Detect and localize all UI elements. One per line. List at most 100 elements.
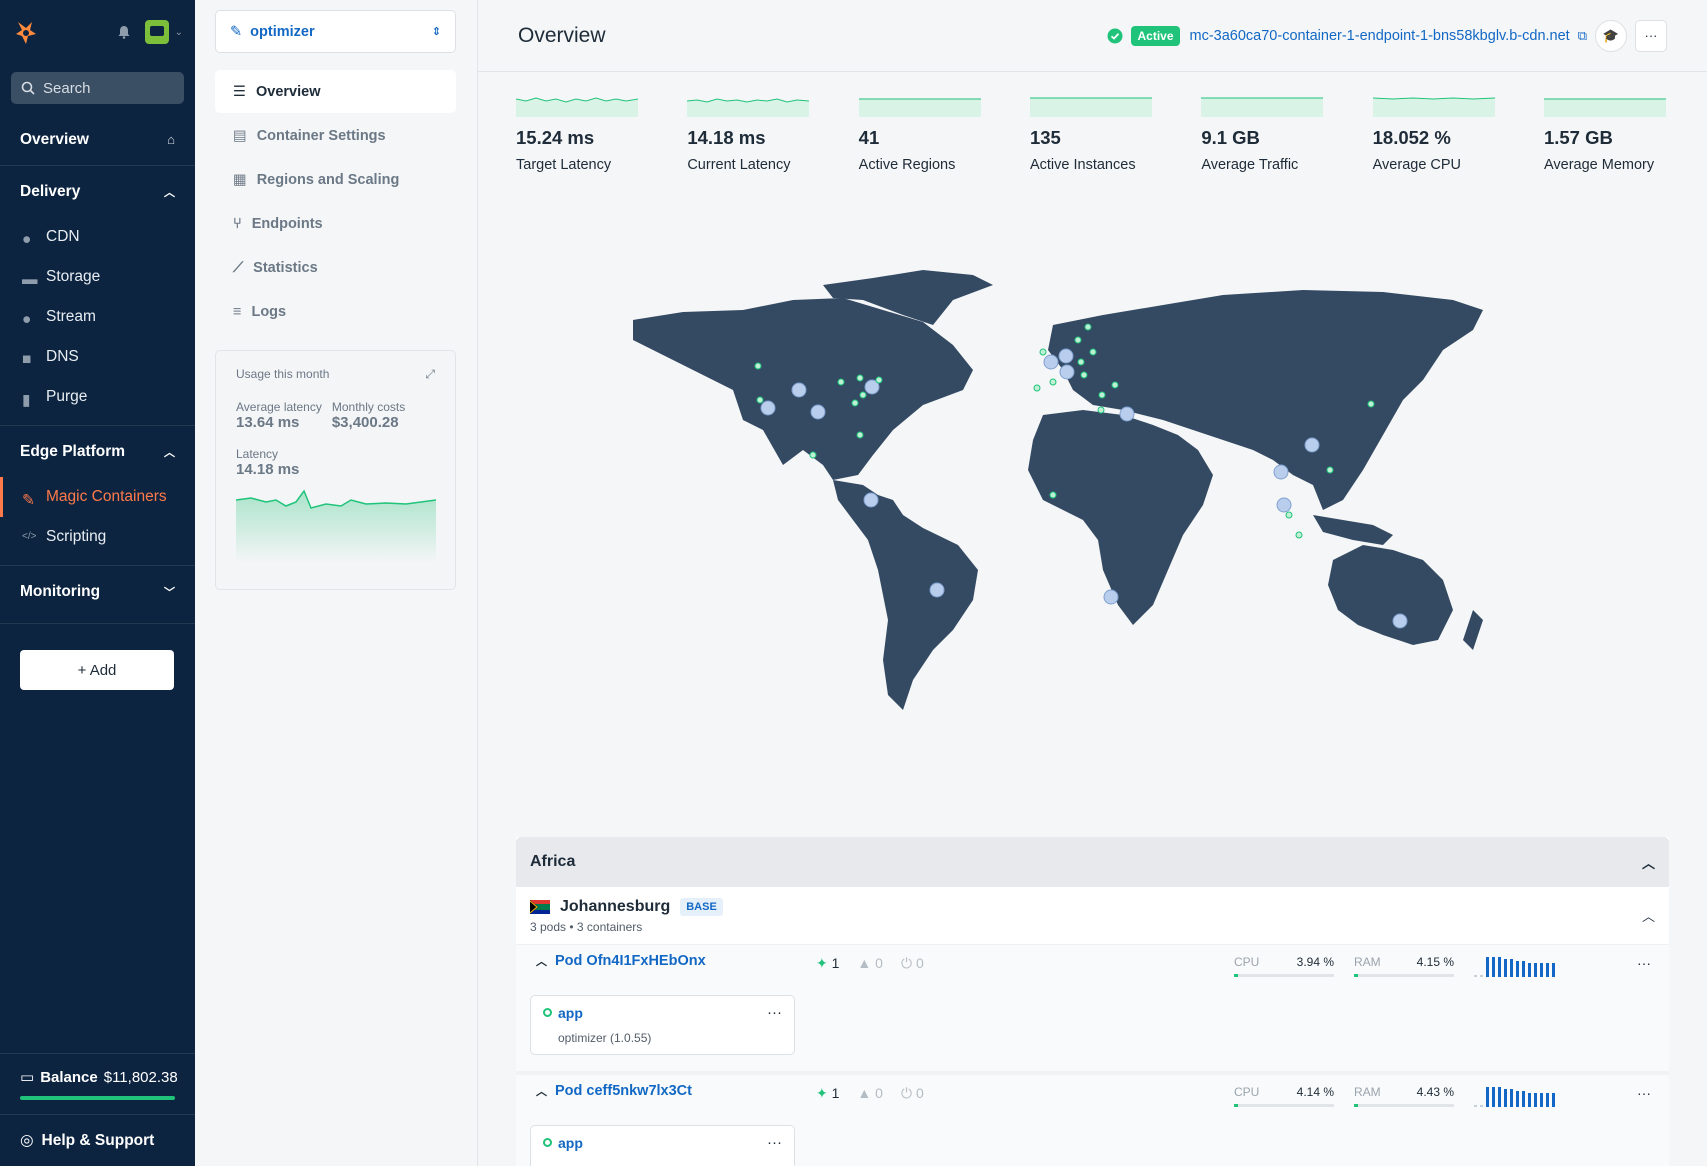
container-more-button[interactable]: ··· [767,1134,782,1151]
more-button[interactable]: ··· [1635,19,1667,52]
running-icon: ✦ [816,1085,828,1101]
region-marker[interactable] [760,400,776,416]
bunny-logo-icon[interactable] [12,18,40,46]
cpu-value: 4.14 % [1296,1085,1334,1099]
stats-row: 15.24 ms Target Latency 14.18 ms Current L… [515,95,1666,173]
pod-header[interactable]: ︿ Pod Ofn4I1FxHEbOnx [536,953,706,969]
city-name: Johannesburg [560,897,671,915]
help-label: Help & Support [41,1131,155,1149]
map-icon: ▦ [233,171,247,188]
region-marker[interactable] [1058,348,1074,364]
region-marker[interactable] [1392,613,1408,629]
cpu-fill [1234,1104,1239,1107]
region-marker[interactable] [1304,437,1320,453]
city-meta: 3 pods • 3 containers [530,919,643,934]
help-support-link[interactable]: ◎ Help & Support [0,1114,195,1166]
nav-item-dns[interactable]: ■ DNS [0,337,195,377]
play-icon: ● [22,311,32,328]
chevron-up-icon[interactable]: ︿ [1642,906,1655,925]
external-link-icon[interactable]: ⧉ [1578,28,1587,44]
container-card[interactable]: app ··· optimizer (1.0.55) [530,995,795,1055]
nav-delivery-header[interactable]: Delivery ︿ [0,166,195,217]
bell-icon[interactable] [117,25,131,39]
add-button[interactable]: + Add [20,650,174,690]
stat-current-latency: 14.18 ms Current Latency [687,95,810,173]
nav-item-scripting[interactable]: </> Scripting [0,517,195,557]
nav-monitoring-title: Monitoring [20,582,101,600]
stat-sparkline [515,97,639,117]
stat-value: 14.18 ms [687,127,766,148]
page-header: Overview Active mc-3a60ca70-container-1-… [478,0,1707,72]
nav-item-label: Purge [46,388,88,405]
expand-icon[interactable]: ⤢ [425,367,435,382]
stat-active-regions: 41 Active Regions [858,95,981,173]
tab-container-settings[interactable]: ▤ Container Settings [215,114,456,157]
nav-overview[interactable]: Overview ⌂ [0,114,195,165]
tab-endpoints[interactable]: ⑂ Endpoints [215,202,456,245]
container-more-button[interactable]: ··· [767,1004,782,1021]
nav-item-cdn[interactable]: ● CDN [0,217,195,257]
tab-logs[interactable]: ≡ Logs [215,290,456,333]
tab-label: Container Settings [256,127,386,144]
tab-label: Statistics [253,259,318,276]
list-icon: ☰ [233,83,246,100]
city-row[interactable]: Johannesburg BASE 3 pods • 3 containers … [516,887,1669,945]
endpoint-link[interactable]: mc-3a60ca70-container-1-endpoint-1-bns58… [1190,28,1570,44]
cpu-meter: CPU 3.94 % [1234,955,1334,977]
status-dot [543,1138,552,1147]
world-map [633,270,1483,710]
stat-sparkline [1372,97,1495,117]
region-marker[interactable] [1273,464,1289,480]
region-marker[interactable] [1119,406,1135,422]
nav-edge-section: Edge Platform ︿ ✎ Magic Containers </> Scri… [0,426,195,566]
chart-icon: ⟋ [233,259,244,276]
status-badge: Active [1131,25,1180,46]
latency-sparkline [235,489,437,563]
power-icon: ⏻ [900,955,913,971]
stat-sparkline [858,98,981,117]
region-header[interactable]: Africa ︿ [516,837,1669,887]
region-marker[interactable] [1059,364,1075,380]
chevron-up-icon[interactable]: ︿ [1642,853,1655,872]
region-marker[interactable] [929,582,945,598]
tab-regions-scaling[interactable]: ▦ Regions and Scaling [215,158,456,201]
search-input[interactable]: Search [11,72,184,104]
pod-row: ︿ Pod ceff5nkw7lx3Ct ✦ 1 ▲ 0 ⏻ 0 CPU 4.14 … [516,1075,1669,1166]
tab-label: Regions and Scaling [256,171,400,188]
avg-latency-label: Average latency [236,400,322,414]
chevron-down-icon[interactable]: ⌄ [175,27,183,38]
region-marker[interactable] [1043,354,1059,370]
avatar[interactable] [144,20,169,44]
balance[interactable]: ▭ Balance $11,802.38 [0,1053,195,1096]
region-marker[interactable] [1276,497,1292,513]
region-marker[interactable] [810,404,826,420]
region-marker[interactable] [1103,589,1119,605]
pod-more-button[interactable]: ··· [1637,1085,1651,1101]
pod-more-button[interactable]: ··· [1637,955,1651,971]
tab-statistics[interactable]: ⟋ Statistics [215,246,456,289]
failed-count: ▲ 0 [857,955,883,972]
graduation-cap-icon: 🎓 [1602,27,1620,43]
nav-item-storage[interactable]: ▬ Storage [0,257,195,297]
chevron-down-icon: ﹀ [164,586,175,599]
nav-item-magic-containers[interactable]: ✎ Magic Containers [0,477,195,517]
stat-label: Average Memory [1543,157,1655,173]
container-card[interactable]: app ··· [530,1125,795,1166]
nav-item-stream[interactable]: ● Stream [0,297,195,337]
ram-fill [1354,974,1359,977]
docs-button[interactable]: 🎓 [1595,19,1627,52]
region-marker[interactable] [791,382,807,398]
nav-edge-header[interactable]: Edge Platform ︿ [0,426,195,477]
nav-monitoring-header[interactable]: Monitoring ﹀ [0,566,195,617]
region-marker[interactable] [863,492,879,508]
ram-meter: RAM 4.15 % [1354,955,1454,977]
app-selector[interactable]: ✎ optimizer ⇕ [215,10,456,53]
container-name: app [558,1004,583,1021]
nav-item-purge[interactable]: ▮ Purge [0,377,195,417]
code-icon: </> [22,531,37,542]
usage-title: Usage this month [236,367,330,381]
nav-overview-section: Overview ⌂ [0,114,195,166]
tab-overview[interactable]: ☰ Overview [215,70,456,113]
pod-header[interactable]: ︿ Pod ceff5nkw7lx3Ct [536,1083,692,1099]
stat-target-latency: 15.24 ms Target Latency [515,95,639,173]
